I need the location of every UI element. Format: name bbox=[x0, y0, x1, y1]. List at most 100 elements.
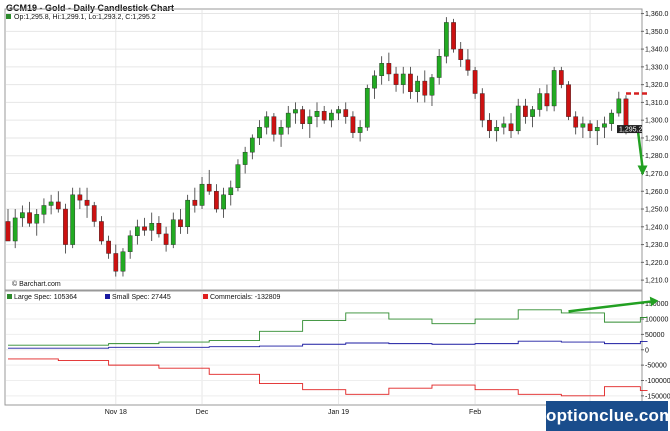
cot-y-tick-label: -50000 bbox=[645, 363, 667, 370]
candle-body bbox=[257, 127, 262, 139]
candle-body bbox=[127, 235, 133, 252]
price-y-tick-label: 1,350.0 bbox=[645, 29, 668, 36]
candle-body bbox=[544, 93, 550, 107]
candle-body bbox=[472, 70, 478, 94]
candle-body bbox=[91, 205, 97, 222]
candle-body bbox=[77, 194, 83, 201]
cot-y-tick-label: -150000 bbox=[645, 393, 670, 400]
candle-body bbox=[623, 98, 629, 130]
candle-body bbox=[206, 183, 212, 192]
cot-legend-label: Large Spec: 105364 bbox=[14, 294, 77, 301]
candle-body bbox=[616, 98, 622, 114]
candle-body bbox=[41, 205, 47, 215]
chart-background bbox=[0, 0, 670, 431]
price-y-tick-label: 1,340.0 bbox=[645, 47, 668, 54]
candle-body bbox=[27, 212, 32, 224]
x-axis-tick-label: Jan 19 bbox=[328, 409, 349, 416]
price-y-tick-label: 1,210.0 bbox=[645, 278, 668, 285]
candle-body bbox=[34, 214, 40, 224]
price-y-tick-label: 1,300.0 bbox=[645, 118, 668, 125]
chart-figure: GCM19 - Gold - Daily Candlestick Chart 1… bbox=[0, 0, 670, 431]
price-y-tick-label: 1,330.0 bbox=[645, 64, 668, 71]
candle-body bbox=[329, 112, 334, 121]
watermark-badge: optionclue.com bbox=[546, 401, 670, 431]
candle-body bbox=[508, 123, 514, 132]
cot-y-tick-label: 50000 bbox=[645, 332, 665, 339]
price-y-tick-label: 1,320.0 bbox=[645, 82, 668, 89]
candle-body bbox=[55, 201, 61, 210]
x-axis-tick-label: Nov 18 bbox=[105, 409, 127, 416]
price-y-tick-label: 1,280.0 bbox=[645, 153, 668, 160]
candle-body bbox=[321, 111, 327, 121]
candle-body bbox=[479, 93, 485, 121]
candle-body bbox=[285, 112, 291, 128]
candle-body bbox=[156, 223, 162, 235]
candle-body bbox=[278, 127, 284, 135]
candle-body bbox=[149, 223, 155, 231]
cot-legend-label: Commercials: -132809 bbox=[210, 294, 281, 301]
ohlc-legend-swatch bbox=[6, 14, 11, 19]
candle-body bbox=[537, 93, 543, 110]
price-y-tick-label: 1,270.0 bbox=[645, 171, 668, 178]
candle-body bbox=[443, 22, 449, 57]
cot-y-tick-label: 100000 bbox=[645, 317, 668, 324]
price-y-tick-label: 1,360.0 bbox=[645, 11, 668, 18]
candle-body bbox=[350, 116, 356, 133]
candle-body bbox=[99, 221, 104, 242]
candle-body bbox=[106, 240, 111, 254]
candle-body bbox=[170, 219, 176, 245]
candle-body bbox=[458, 48, 464, 60]
candle-body bbox=[199, 183, 205, 206]
price-y-tick-label: 1,250.0 bbox=[645, 207, 668, 214]
candle-body bbox=[566, 84, 571, 117]
candle-body bbox=[142, 226, 147, 231]
price-y-tick-label: 1,220.0 bbox=[645, 260, 668, 267]
cot-legend-swatch bbox=[203, 294, 208, 299]
price-y-tick-label: 1,310.0 bbox=[645, 100, 668, 107]
candle-body bbox=[235, 164, 241, 188]
candle-body bbox=[408, 73, 413, 92]
candle-body bbox=[386, 63, 392, 75]
candle-body bbox=[487, 119, 492, 132]
candle-body bbox=[249, 137, 255, 153]
candle-body bbox=[372, 75, 377, 89]
cot-legend-label: Small Spec: 27445 bbox=[112, 294, 171, 301]
candle-body bbox=[314, 111, 320, 117]
candle-body bbox=[551, 70, 557, 107]
candle-body bbox=[436, 56, 442, 78]
price-y-tick-label: 1,230.0 bbox=[645, 242, 668, 249]
candle-body bbox=[609, 112, 614, 124]
candle-body bbox=[393, 73, 399, 85]
cot-legend: Large Spec: 105364 Small Spec: 27445 Comme… bbox=[7, 294, 281, 301]
x-axis-tick-label: Feb bbox=[469, 409, 481, 416]
candle-body bbox=[5, 221, 11, 242]
candle-body bbox=[465, 59, 471, 71]
candle-body bbox=[293, 109, 298, 114]
x-axis-tick-label: Dec bbox=[196, 409, 209, 416]
candle-body bbox=[271, 116, 277, 135]
candle-body bbox=[523, 105, 528, 117]
candle-body bbox=[515, 105, 521, 132]
cot-legend-swatch bbox=[105, 294, 110, 299]
candle-body bbox=[63, 208, 68, 245]
candle-body bbox=[530, 109, 535, 117]
candle-body bbox=[415, 80, 420, 92]
candle-body bbox=[336, 109, 341, 114]
last-price-label: 1,295.2 bbox=[619, 127, 642, 134]
candle-body bbox=[48, 201, 54, 206]
candle-body bbox=[221, 194, 226, 210]
candle-body bbox=[113, 253, 119, 272]
price-y-tick-label: 1,260.0 bbox=[645, 189, 668, 196]
ohlc-readout: Op:1,295.8, Hi:1,299.1, Lo:1,293.2, C:1,… bbox=[14, 14, 156, 21]
candle-body bbox=[307, 116, 313, 124]
candle-body bbox=[587, 123, 593, 132]
price-y-tick-label: 1,240.0 bbox=[645, 224, 668, 231]
candle-body bbox=[163, 233, 169, 245]
candle-body bbox=[400, 73, 406, 85]
cot-y-tick-label: -100000 bbox=[645, 378, 670, 385]
candle-body bbox=[242, 151, 248, 165]
candle-body bbox=[429, 77, 435, 96]
candle-body bbox=[264, 116, 270, 128]
cot-legend-swatch bbox=[7, 294, 12, 299]
candle-body bbox=[558, 70, 564, 85]
